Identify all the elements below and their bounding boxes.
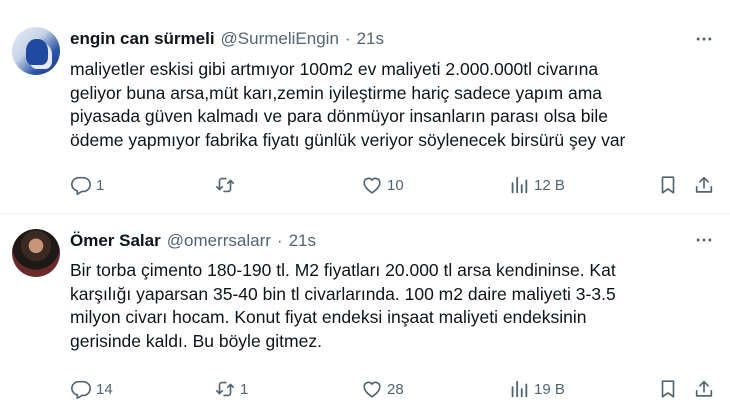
tweet-text-line: karşılığı yaparsan 35-40 bin tl civarlar…	[70, 283, 616, 304]
views-bar-chart-icon	[511, 176, 528, 194]
tweet-header: Ömer Salar @omerrsalarr · 21s	[70, 231, 316, 251]
timestamp[interactable]: 21s	[357, 29, 384, 49]
retweet-icon	[215, 177, 235, 193]
like-button[interactable]: 10	[361, 172, 404, 198]
tweet-text: maliyetler eskisi gibi artmıyor 100m2 ev…	[70, 58, 710, 152]
author-handle[interactable]: @omerrsalarr	[167, 231, 271, 251]
timestamp[interactable]: 21s	[289, 231, 316, 251]
bookmark-icon	[661, 380, 675, 398]
retweet-button[interactable]	[214, 172, 240, 198]
tweet-text-line: maliyetler eskisi gibi artmıyor 100m2 ev…	[70, 59, 599, 79]
view-count: 19 B	[534, 380, 565, 398]
tweet-text-line: piyasada güven kalmadı ve para dönmüyor …	[70, 106, 608, 126]
tweet-text-line: ödeme yapmıyor fabrika fiyatı günlük ver…	[70, 129, 626, 150]
reply-button[interactable]: 14	[70, 376, 113, 402]
retweet-icon	[215, 381, 235, 397]
tweet-text-line: milyon civarı hocam. Konut fiyat endeksi…	[70, 307, 587, 327]
views-button[interactable]: 19 B	[508, 376, 565, 402]
reply-button[interactable]: 1	[70, 172, 104, 198]
more-options-button[interactable]	[692, 230, 716, 250]
tweet-text-line: gerisinde kaldı. Bu böyle gitmez.	[70, 330, 322, 351]
heart-icon	[363, 177, 381, 194]
heart-icon	[363, 381, 381, 398]
bookmark-button[interactable]	[657, 376, 679, 402]
like-button[interactable]: 28	[361, 376, 404, 402]
view-count: 12 B	[534, 176, 565, 194]
action-bar: 1 10 12 B	[64, 172, 716, 198]
views-bar-chart-icon	[511, 380, 528, 398]
tweet-text-line: geliyor buna arsa,müt karı,zemin iyileşt…	[70, 82, 603, 103]
more-horizontal-icon	[696, 238, 712, 242]
more-horizontal-icon	[696, 37, 712, 41]
retweet-count: 1	[240, 380, 249, 398]
tweet-header: engin can sürmeli @SurmeliEngin · 21s	[70, 29, 384, 49]
tweet[interactable]: Ömer Salar @omerrsalarr · 21s Bir torba …	[0, 214, 730, 420]
reply-count: 14	[96, 380, 113, 398]
avatar[interactable]	[12, 229, 60, 277]
reply-count: 1	[96, 176, 105, 194]
bookmark-icon	[661, 176, 675, 194]
author-handle[interactable]: @SurmeliEngin	[221, 29, 339, 49]
views-button[interactable]: 12 B	[508, 172, 565, 198]
share-icon	[695, 380, 713, 397]
tweet-text: Bir torba çimento 180-190 tl. M2 fiyatla…	[70, 259, 710, 353]
reply-icon	[71, 380, 91, 399]
author-name[interactable]: Ömer Salar	[70, 231, 161, 251]
reply-icon	[71, 176, 91, 195]
share-button[interactable]	[693, 376, 715, 402]
separator-dot: ·	[344, 29, 351, 48]
more-options-button[interactable]	[692, 29, 716, 49]
like-count: 10	[387, 176, 404, 194]
share-icon	[695, 176, 713, 193]
separator-dot: ·	[276, 231, 283, 250]
author-name[interactable]: engin can sürmeli	[70, 29, 215, 49]
action-bar: 14 1 28 19 B	[64, 376, 716, 402]
bookmark-button[interactable]	[657, 172, 679, 198]
avatar[interactable]	[12, 27, 60, 75]
tweet[interactable]: engin can sürmeli @SurmeliEngin · 21s ma…	[0, 0, 730, 214]
like-count: 28	[387, 380, 404, 398]
share-button[interactable]	[693, 172, 715, 198]
tweet-text-line: Bir torba çimento 180-190 tl. M2 fiyatla…	[70, 260, 616, 280]
retweet-button[interactable]: 1	[214, 376, 248, 402]
